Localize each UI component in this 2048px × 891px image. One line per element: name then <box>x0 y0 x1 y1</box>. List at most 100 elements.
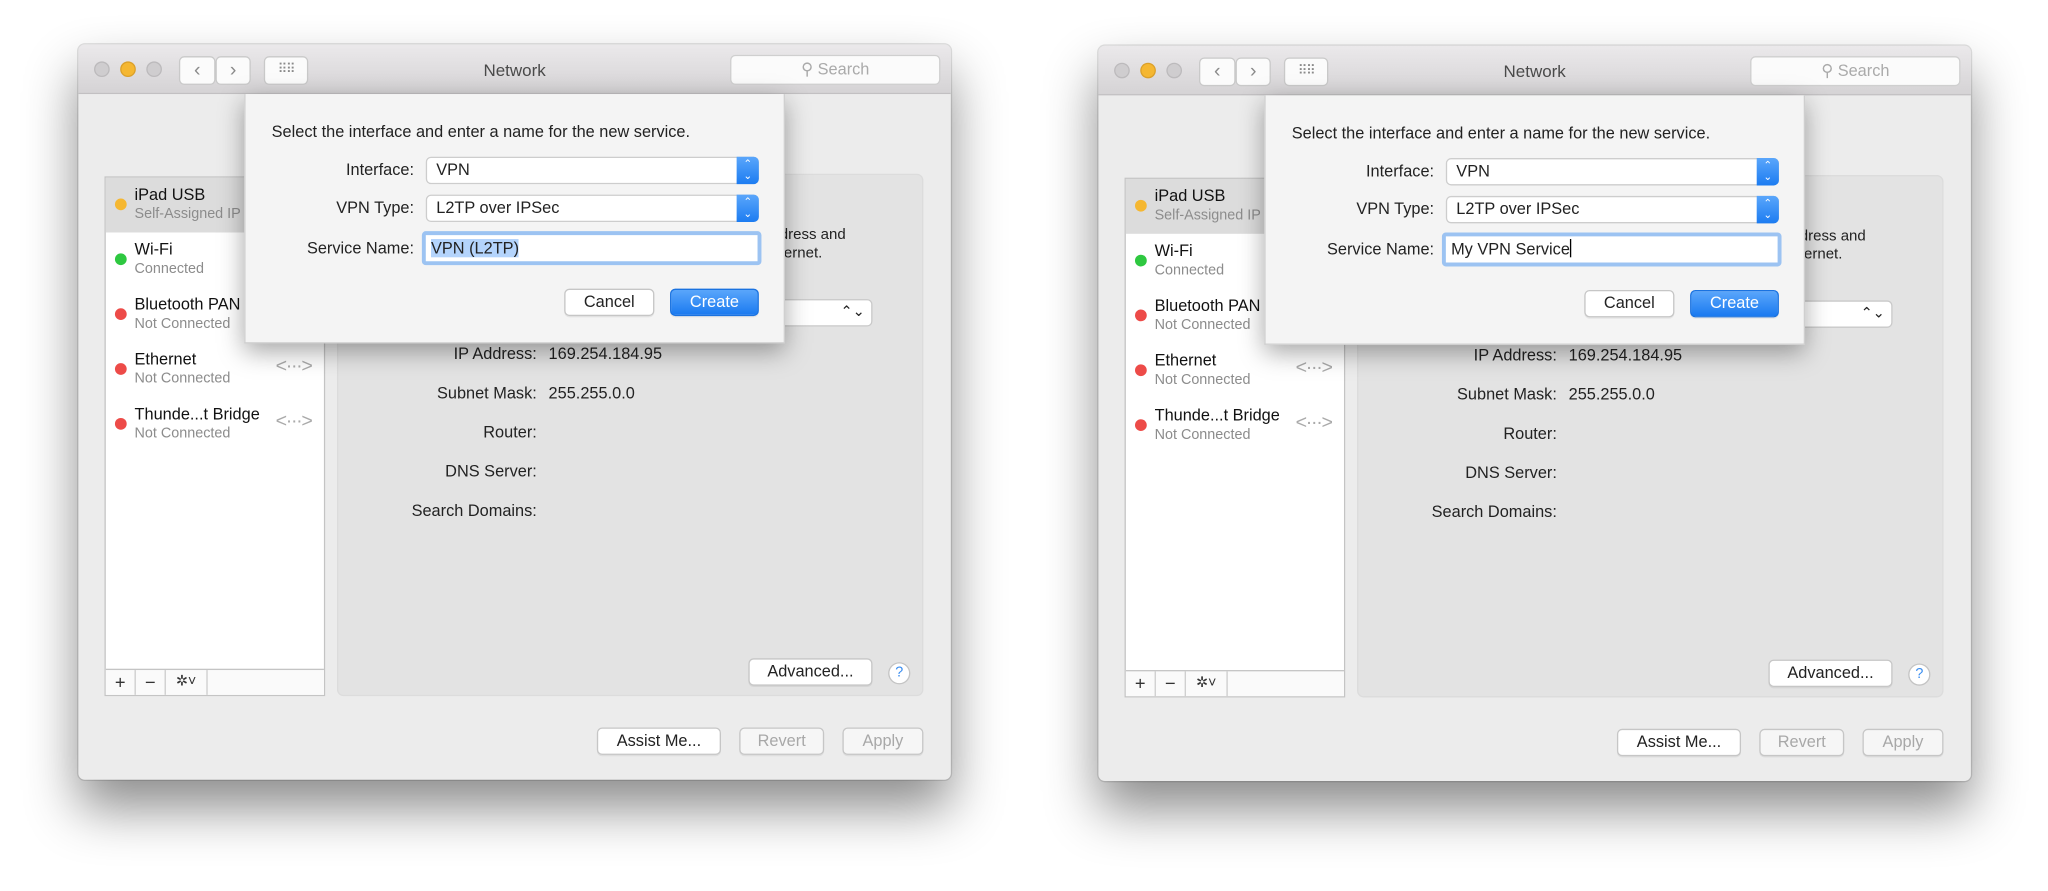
service-status: Not Connected <box>134 316 231 332</box>
search-input[interactable]: ⚲ Search <box>1750 56 1961 87</box>
create-button[interactable]: Create <box>670 288 759 317</box>
search-placeholder: Search <box>817 60 870 79</box>
revert-button[interactable]: Revert <box>1759 728 1845 757</box>
interface-popup[interactable]: VPN ⌃ ⌄ <box>425 156 759 185</box>
chevron-updown-icon: ⌃⌄ <box>1860 305 1885 322</box>
text-caret <box>1569 239 1572 258</box>
status-dot-icon <box>1135 254 1147 267</box>
search-icon: ⚲ <box>801 60 818 79</box>
detail-label: Router: <box>1503 424 1557 443</box>
apply-button[interactable]: Apply <box>1862 728 1944 757</box>
gear-menu-button[interactable]: ✲˅ <box>1186 671 1228 697</box>
search-placeholder: Search <box>1837 61 1890 80</box>
interface-label: Interface: <box>345 160 415 179</box>
service-item[interactable]: Thunde...t Bridge Not Connected <···> <box>106 397 324 452</box>
interface-value: VPN <box>436 160 470 179</box>
advanced-button[interactable]: Advanced... <box>748 658 873 686</box>
detail-label: Router: <box>483 423 537 442</box>
detail-label: IP Address: <box>1473 346 1557 365</box>
search-icon: ⚲ <box>1821 61 1838 80</box>
add-service-button[interactable]: + <box>1126 671 1156 697</box>
create-button[interactable]: Create <box>1690 289 1779 318</box>
detail-label: IP Address: <box>453 344 537 364</box>
detail-label: Subnet Mask: <box>436 383 537 403</box>
description-fragment: ternet. <box>779 245 823 262</box>
service-status: Self-Assigned IP <box>1154 207 1261 224</box>
chevron-updown-icon: ⌃⌄ <box>840 304 865 320</box>
detail-value: 255.255.0.0 <box>548 383 635 403</box>
service-name-value: VPN (L2TP) <box>431 239 520 258</box>
detail-value: 169.254.184.95 <box>1568 346 1683 365</box>
service-status: Self-Assigned IP <box>134 206 241 223</box>
apply-button[interactable]: Apply <box>842 727 924 755</box>
assist-me-button[interactable]: Assist Me... <box>596 727 721 755</box>
detail-label: DNS Server: <box>445 462 537 481</box>
service-name: Wi-Fi <box>134 240 173 259</box>
vpn-type-popup[interactable]: L2TP over IPSec ⌃ ⌄ <box>1445 195 1779 224</box>
service-name: Wi-Fi <box>1154 241 1193 260</box>
interface-label: Interface: <box>1366 161 1435 181</box>
detail-value: 255.255.0.0 <box>1568 385 1655 404</box>
service-status: Not Connected <box>1154 427 1251 443</box>
help-button[interactable]: ? <box>888 662 911 685</box>
gear-menu-button[interactable]: ✲˅ <box>166 670 208 695</box>
title-bar: ‹ › ⠿⠿ Network ⚲ Search <box>78 44 951 95</box>
search-input[interactable]: ⚲ Search <box>730 54 941 85</box>
chevron-updown-icon: ⌃⌄ <box>736 194 759 223</box>
vpn-type-popup[interactable]: L2TP over IPSec ⌃ ⌄ <box>425 194 759 223</box>
remove-service-button[interactable]: − <box>1156 671 1186 697</box>
cancel-button[interactable]: Cancel <box>564 288 655 317</box>
cancel-button[interactable]: Cancel <box>1584 289 1675 318</box>
revert-button[interactable]: Revert <box>739 727 825 755</box>
service-name-input[interactable]: My VPN Service <box>1441 232 1782 267</box>
description-fragment: ternet. <box>1799 246 1843 263</box>
detail-label: DNS Server: <box>1465 463 1557 482</box>
network-preferences-window: ‹ › ⠿⠿ Network ⚲ Search iPad USB Self-As… <box>78 44 951 780</box>
status-dot-icon <box>114 198 127 211</box>
new-service-sheet: Select the interface and enter a name fo… <box>1264 95 1806 345</box>
service-name: Thunde...t Bridge <box>1154 406 1280 425</box>
interface-popup[interactable]: VPN ⌃ ⌄ <box>1445 158 1779 186</box>
service-list-controls: + − ✲˅ <box>105 668 324 695</box>
vpn-type-value: L2TP over IPSec <box>1456 199 1580 219</box>
new-service-sheet: Select the interface and enter a name fo… <box>244 94 785 344</box>
service-name: Ethernet <box>134 350 197 369</box>
detail-value: 169.254.184.95 <box>548 344 663 364</box>
service-status: Not Connected <box>1154 317 1251 334</box>
service-name-input[interactable]: VPN (L2TP) <box>421 231 762 266</box>
detail-label: Search Domains: <box>411 501 537 520</box>
service-name-label: Service Name: <box>306 239 415 258</box>
service-list-controls: + − ✲˅ <box>1125 670 1344 697</box>
screenshot-stage: ‹ › ⠿⠿ Network ⚲ Search iPad USB Self-As… <box>0 0 2048 891</box>
vpn-type-label: VPN Type: <box>1356 199 1435 219</box>
description-fragment: dress and <box>1799 228 1866 245</box>
add-service-button[interactable]: + <box>106 670 136 695</box>
service-item[interactable]: Ethernet Not Connected <···> <box>1126 344 1344 399</box>
service-name: Thunde...t Bridge <box>134 404 260 424</box>
sheet-prompt: Select the interface and enter a name fo… <box>1291 124 1711 143</box>
assist-me-button[interactable]: Assist Me... <box>1616 728 1742 757</box>
detail-label: Search Domains: <box>1431 502 1557 522</box>
service-status: Not Connected <box>134 370 231 387</box>
title-bar: ‹ › ⠿⠿ Network ⚲ Search <box>1098 45 1971 96</box>
service-name-label: Service Name: <box>1327 240 1435 259</box>
chevron-updown-icon: ⌃⌄ <box>736 156 759 185</box>
service-name: Ethernet <box>1154 351 1217 370</box>
service-name: Bluetooth PAN <box>134 295 241 314</box>
bridge-connection-icon: <···> <box>1295 356 1333 379</box>
advanced-button[interactable]: Advanced... <box>1768 659 1893 688</box>
status-dot-icon <box>114 253 127 266</box>
remove-service-button[interactable]: − <box>136 670 166 695</box>
description-fragment: dress and <box>779 227 846 243</box>
sheet-prompt: Select the interface and enter a name fo… <box>271 122 691 142</box>
service-status: Not Connected <box>134 425 231 442</box>
network-preferences-window: ‹ › ⠿⠿ Network ⚲ Search iPad USB Self-As… <box>1098 45 1971 782</box>
chevron-updown-icon: ⌃⌄ <box>1756 158 1779 186</box>
help-button[interactable]: ? <box>1908 663 1931 686</box>
service-item[interactable]: Thunde...t Bridge Not Connected <···> <box>1126 398 1344 453</box>
vpn-type-value: L2TP over IPSec <box>436 198 560 217</box>
status-dot-icon <box>114 308 127 320</box>
service-item[interactable]: Ethernet Not Connected <···> <box>106 342 324 397</box>
service-status: Connected <box>134 261 205 277</box>
service-status: Connected <box>1154 262 1225 279</box>
